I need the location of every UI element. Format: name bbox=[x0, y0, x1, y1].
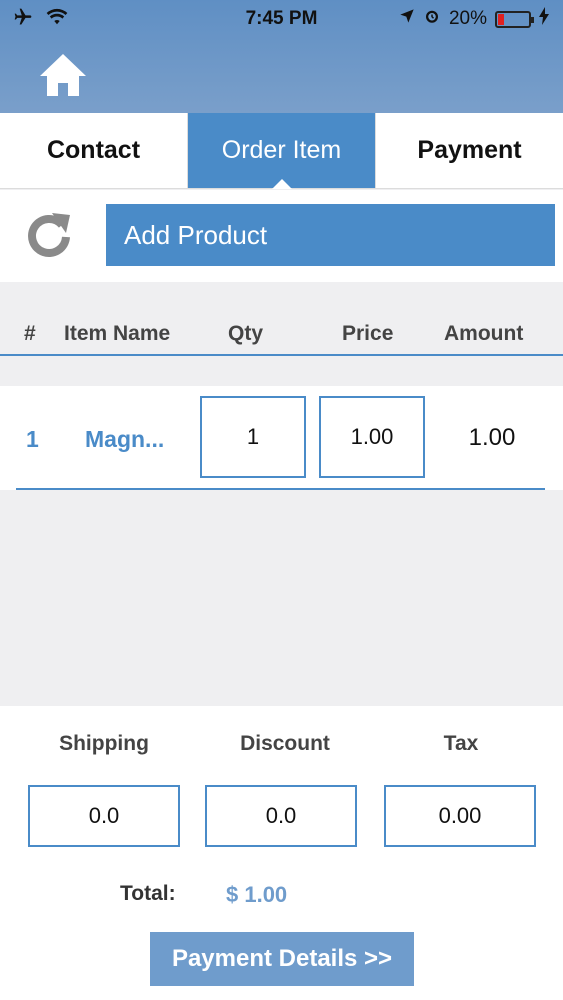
discount-label: Discount bbox=[240, 732, 330, 755]
add-product-button[interactable]: Add Product bbox=[106, 204, 555, 266]
tab-bar: Contact Order Item Payment bbox=[0, 113, 563, 189]
tab-payment[interactable]: Payment bbox=[376, 113, 563, 188]
tax-input[interactable] bbox=[384, 785, 536, 847]
header-item-name: Item Name bbox=[64, 322, 171, 345]
tab-order-item[interactable]: Order Item bbox=[188, 113, 376, 189]
status-bar: 7:45 PM 20% bbox=[0, 0, 563, 38]
battery-icon bbox=[495, 10, 534, 28]
top-bar: 7:45 PM 20% bbox=[0, 0, 563, 113]
total-label: Total: bbox=[120, 882, 176, 905]
home-icon bbox=[38, 54, 88, 102]
location-arrow-icon bbox=[399, 8, 415, 30]
order-summary: Shipping Discount Tax Total: $ 1.00 Paym… bbox=[0, 706, 563, 1000]
row-amount: 1.00 bbox=[468, 424, 516, 451]
alarm-icon bbox=[423, 7, 441, 31]
row-item-name[interactable]: Magn... bbox=[85, 426, 164, 453]
shipping-input[interactable] bbox=[28, 785, 180, 847]
table-row: 1 Magn... 1.00 bbox=[0, 386, 563, 490]
shipping-label: Shipping bbox=[59, 732, 149, 755]
header-price: Price bbox=[342, 322, 394, 345]
qty-input[interactable] bbox=[200, 396, 306, 478]
refresh-button[interactable] bbox=[22, 207, 76, 261]
price-input[interactable] bbox=[319, 396, 425, 478]
charging-bolt-icon bbox=[539, 7, 549, 31]
total-value: $ 1.00 bbox=[226, 882, 288, 907]
discount-input[interactable] bbox=[205, 785, 357, 847]
home-button[interactable] bbox=[38, 52, 88, 98]
header-num: # bbox=[24, 322, 36, 345]
row-number: 1 bbox=[26, 426, 39, 452]
header-qty: Qty bbox=[228, 322, 264, 345]
tax-label: Tax bbox=[443, 732, 479, 755]
status-right: 20% bbox=[399, 7, 549, 31]
battery-percent: 20% bbox=[448, 8, 487, 29]
battery-fill bbox=[498, 13, 505, 25]
refresh-icon bbox=[22, 213, 76, 265]
table-header: # Item Name Qty Price Amount bbox=[0, 310, 563, 356]
add-product-bar: Add Product bbox=[0, 190, 563, 282]
header-amount: Amount bbox=[444, 322, 524, 345]
payment-details-button[interactable]: Payment Details >> bbox=[150, 932, 414, 986]
tab-contact[interactable]: Contact bbox=[0, 113, 188, 188]
row-divider bbox=[16, 488, 545, 490]
